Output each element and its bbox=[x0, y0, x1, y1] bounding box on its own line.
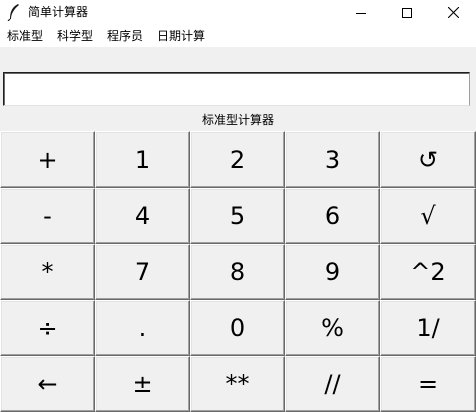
percent-button[interactable]: % bbox=[285, 300, 380, 356]
sqrt-button[interactable]: √ bbox=[380, 188, 476, 244]
mode-label: 标准型计算器 bbox=[201, 113, 274, 127]
digit-4-button[interactable]: 4 bbox=[95, 188, 190, 244]
digit-8-button[interactable]: 8 bbox=[190, 244, 285, 300]
reciprocal-button[interactable]: 1/ bbox=[380, 300, 476, 356]
title-bar: 简单计算器 bbox=[0, 0, 476, 25]
reset-button[interactable]: ↺ bbox=[380, 131, 476, 188]
backspace-button[interactable]: ← bbox=[0, 356, 95, 412]
maximize-icon bbox=[402, 7, 412, 18]
menu-item-programmer[interactable]: 程序员 bbox=[107, 29, 143, 43]
subtract-button[interactable]: - bbox=[0, 188, 95, 244]
display-input[interactable] bbox=[3, 72, 470, 106]
keypad: + 1 2 3 ↺ - 4 5 6 √ * 7 8 9 ^2 ÷ . 0 % 1… bbox=[0, 131, 476, 412]
menu-item-date-calc[interactable]: 日期计算 bbox=[157, 29, 205, 43]
maximize-button[interactable] bbox=[384, 0, 430, 25]
menu-item-standard[interactable]: 标准型 bbox=[7, 29, 43, 43]
negate-button[interactable]: ± bbox=[95, 356, 190, 412]
close-button[interactable] bbox=[430, 0, 476, 25]
minimize-icon bbox=[356, 8, 366, 18]
square-button[interactable]: ^2 bbox=[380, 244, 476, 300]
equals-button[interactable]: = bbox=[380, 356, 476, 412]
digit-7-button[interactable]: 7 bbox=[95, 244, 190, 300]
add-button[interactable]: + bbox=[0, 131, 95, 188]
window-title: 简单计算器 bbox=[28, 5, 89, 19]
floor-divide-button[interactable]: // bbox=[285, 356, 380, 412]
menu-item-scientific[interactable]: 科学型 bbox=[57, 29, 93, 43]
divide-button[interactable]: ÷ bbox=[0, 300, 95, 356]
menu-bar: 标准型 科学型 程序员 日期计算 bbox=[0, 25, 476, 48]
digit-5-button[interactable]: 5 bbox=[190, 188, 285, 244]
digit-3-button[interactable]: 3 bbox=[285, 131, 380, 188]
digit-2-button[interactable]: 2 bbox=[190, 131, 285, 188]
close-icon bbox=[447, 7, 459, 18]
minimize-button[interactable] bbox=[338, 0, 384, 25]
feather-icon bbox=[6, 3, 22, 21]
digit-9-button[interactable]: 9 bbox=[285, 244, 380, 300]
digit-6-button[interactable]: 6 bbox=[285, 188, 380, 244]
multiply-button[interactable]: * bbox=[0, 244, 95, 300]
digit-0-button[interactable]: 0 bbox=[190, 300, 285, 356]
digit-1-button[interactable]: 1 bbox=[95, 131, 190, 188]
decimal-point-button[interactable]: . bbox=[95, 300, 190, 356]
power-button[interactable]: ** bbox=[190, 356, 285, 412]
